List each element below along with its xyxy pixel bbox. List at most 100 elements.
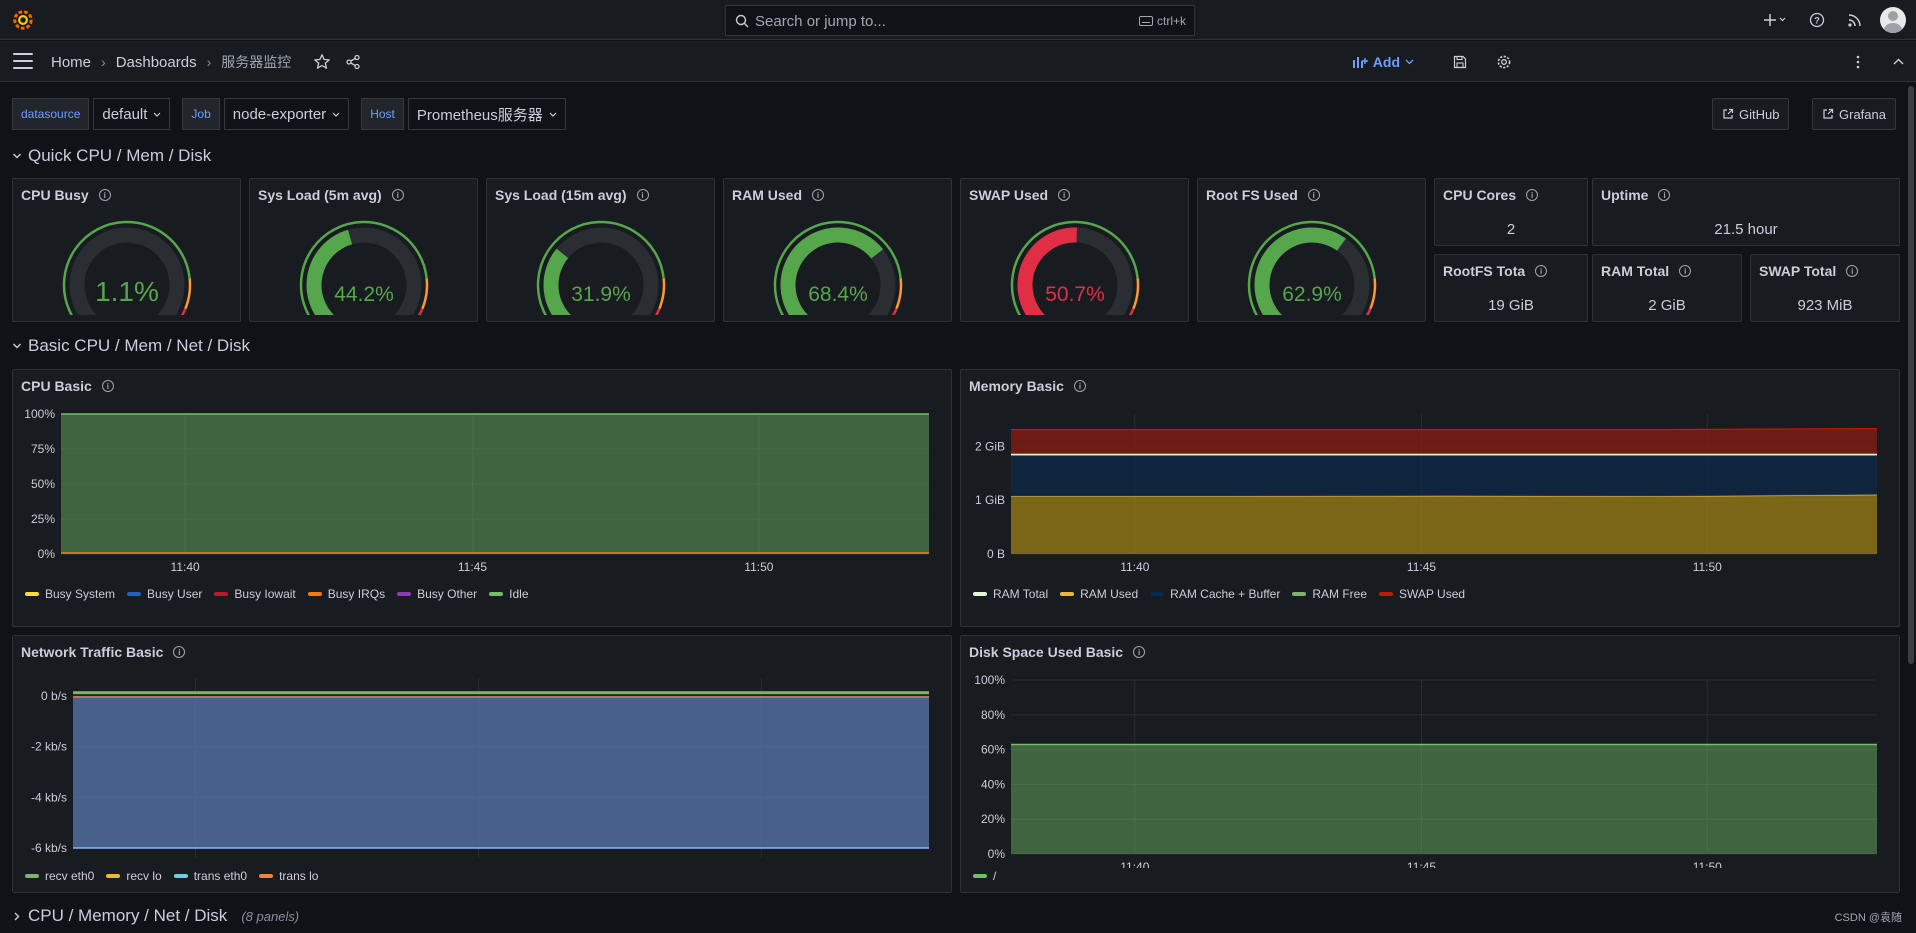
legend-item[interactable]: Busy IRQs xyxy=(307,587,386,601)
y-tick-label: 2 GiB xyxy=(975,439,1005,453)
legend-item[interactable]: RAM Total xyxy=(973,587,1048,601)
info-icon[interactable]: i xyxy=(1846,265,1859,277)
legend-label: / xyxy=(993,869,997,883)
search-input[interactable]: Search or jump to... ctrl+k xyxy=(725,5,1195,36)
panel-memory-basic[interactable]: Memory Basic i 2 GiB 1 GiB 0 B 11:40 11:45 11:… xyxy=(960,369,1900,627)
info-icon[interactable]: i xyxy=(1658,189,1671,201)
gauge-panel[interactable]: Sys Load (15m avg) i 31.9% xyxy=(486,178,715,322)
info-icon[interactable]: i xyxy=(636,189,649,201)
rss-icon xyxy=(1848,14,1861,27)
info-icon[interactable]: i xyxy=(1526,189,1539,201)
legend-item[interactable]: Busy System xyxy=(25,587,115,601)
stat-panel-cpu-cores[interactable]: CPU Cores i 2 xyxy=(1434,178,1588,246)
row-panel-count: (8 panels) xyxy=(241,908,300,924)
gauge-value: 68.4% xyxy=(808,283,868,306)
info-icon[interactable]: i xyxy=(1535,265,1548,277)
star-icon[interactable] xyxy=(313,53,331,71)
scrollbar[interactable] xyxy=(1908,86,1914,664)
legend-item[interactable]: trans eth0 xyxy=(173,869,247,883)
legend-item[interactable]: recv lo xyxy=(106,869,162,883)
template-variables: datasource default Job node-exporter Hos… xyxy=(12,98,578,130)
gauge-panel[interactable]: Sys Load (5m avg) i 44.2% xyxy=(249,178,478,322)
y-tick-label: 100% xyxy=(974,673,1005,687)
info-icon[interactable]: i xyxy=(391,189,404,201)
variable-select-host[interactable]: Prometheus服务器 xyxy=(407,98,566,130)
row-basic-cpu-mem-net-disk[interactable]: Basic CPU / Mem / Net / Disk xyxy=(12,336,250,356)
y-tick-label: 60% xyxy=(981,743,1005,757)
menu-icon[interactable] xyxy=(13,53,33,69)
y-tick-label: 80% xyxy=(981,708,1005,722)
panel-cpu-basic[interactable]: CPU Basic i 100% 75% 50% 25% 0% 11:40 11:45 11:5… xyxy=(12,369,952,627)
legend-label: recv eth0 xyxy=(45,869,95,883)
panel-disk-space-used-basic[interactable]: Disk Space Used Basic i 100% 80% 60% 40% 20% 0… xyxy=(960,635,1900,893)
add-panel-button[interactable]: Add xyxy=(1352,54,1414,70)
grafana-logo-icon[interactable] xyxy=(12,9,34,31)
breadcrumb-separator-icon: › xyxy=(206,54,212,70)
y-tick-label: -6 kb/s xyxy=(31,841,67,855)
stat-panel-swap-total[interactable]: SWAP Total i 923 MiB xyxy=(1750,254,1900,322)
chevron-down-icon xyxy=(13,343,21,349)
collapse-toolbar-button[interactable] xyxy=(1880,41,1916,82)
github-link[interactable]: GitHub xyxy=(1712,98,1790,130)
x-tick-label: 11:50 xyxy=(1693,860,1722,868)
y-tick-label: 20% xyxy=(981,812,1005,826)
legend-swatch xyxy=(973,592,987,596)
breadcrumb-current[interactable]: 服务器监控 xyxy=(221,52,291,72)
info-icon[interactable]: i xyxy=(173,646,186,658)
search-icon xyxy=(735,14,749,28)
gauge-threshold-arc xyxy=(1368,278,1376,310)
gauge-chart: 1.1% xyxy=(62,220,191,315)
legend-item[interactable]: RAM Cache + Buffer xyxy=(1150,587,1280,601)
more-options-button[interactable] xyxy=(1836,41,1880,82)
user-avatar[interactable] xyxy=(1880,7,1906,33)
legend-item[interactable]: / xyxy=(973,869,996,883)
new-dropdown-button[interactable] xyxy=(1752,0,1798,40)
legend-item[interactable]: SWAP Used xyxy=(1379,587,1465,601)
gauge-panel[interactable]: SWAP Used i 50.7% xyxy=(960,178,1189,322)
info-icon[interactable]: i xyxy=(1133,646,1146,658)
row-cpu-memory-net-disk[interactable]: CPU / Memory / Net / Disk (8 panels) xyxy=(12,906,299,926)
gauge-threshold-arc xyxy=(420,278,428,310)
info-icon[interactable]: i xyxy=(1307,189,1320,201)
breadcrumb-dashboards[interactable]: Dashboards xyxy=(116,54,197,71)
legend-item[interactable]: Idle xyxy=(489,587,529,601)
panel-network-traffic-basic[interactable]: Network Traffic Basic i 0 b/s -2 kb/s -4 kb… xyxy=(12,635,952,893)
gauge-value: 44.2% xyxy=(334,283,394,306)
gauge-panel[interactable]: RAM Used i 68.4% xyxy=(723,178,952,322)
gauge-panel[interactable]: CPU Busy i 1.1% xyxy=(12,178,241,322)
gauge-chart: 62.9% xyxy=(1247,220,1376,315)
variable-select-datasource[interactable]: default xyxy=(93,98,171,130)
dashboard-settings-button[interactable] xyxy=(1482,41,1526,82)
legend-item[interactable]: trans lo xyxy=(259,869,318,883)
help-button[interactable]: ? xyxy=(1798,0,1836,40)
gauge-panel[interactable]: Root FS Used i 62.9% xyxy=(1197,178,1426,322)
legend-item[interactable]: recv eth0 xyxy=(25,869,94,883)
breadcrumb-home[interactable]: Home xyxy=(51,54,91,71)
legend-item[interactable]: Busy Other xyxy=(397,587,477,601)
variable-select-job[interactable]: node-exporter xyxy=(223,98,350,130)
chart-legend: / xyxy=(973,869,996,883)
top-bar: Search or jump to... ctrl+k ? xyxy=(0,0,1916,40)
stat-panel-uptime[interactable]: Uptime i 21.5 hour xyxy=(1592,178,1900,246)
info-icon[interactable]: i xyxy=(98,189,111,201)
info-icon[interactable]: i xyxy=(1058,189,1071,201)
legend-item[interactable]: Busy User xyxy=(127,587,202,601)
info-icon[interactable]: i xyxy=(1073,380,1086,392)
legend-label: Busy IRQs xyxy=(327,587,386,601)
grafana-link[interactable]: Grafana xyxy=(1812,98,1896,130)
info-icon[interactable]: i xyxy=(1679,265,1692,277)
share-icon[interactable] xyxy=(345,54,361,70)
news-button[interactable] xyxy=(1836,0,1874,40)
stat-panel-ram-total[interactable]: RAM Total i 2 GiB xyxy=(1592,254,1742,322)
info-icon[interactable]: i xyxy=(812,189,825,201)
legend-item[interactable]: RAM Used xyxy=(1060,587,1138,601)
row-quick-cpu-mem-disk[interactable]: Quick CPU / Mem / Disk xyxy=(12,146,211,166)
save-dashboard-button[interactable] xyxy=(1438,41,1482,82)
gauge-chart: 68.4% xyxy=(773,220,902,315)
legend-item[interactable]: Busy Iowait xyxy=(214,587,296,601)
legend-label: RAM Total xyxy=(993,587,1049,601)
info-icon[interactable]: i xyxy=(101,380,114,392)
legend-item[interactable]: RAM Free xyxy=(1292,587,1367,601)
stat-panel-rootfs-total[interactable]: RootFS Tota i 19 GiB xyxy=(1434,254,1588,322)
series-area-idle xyxy=(61,414,929,554)
